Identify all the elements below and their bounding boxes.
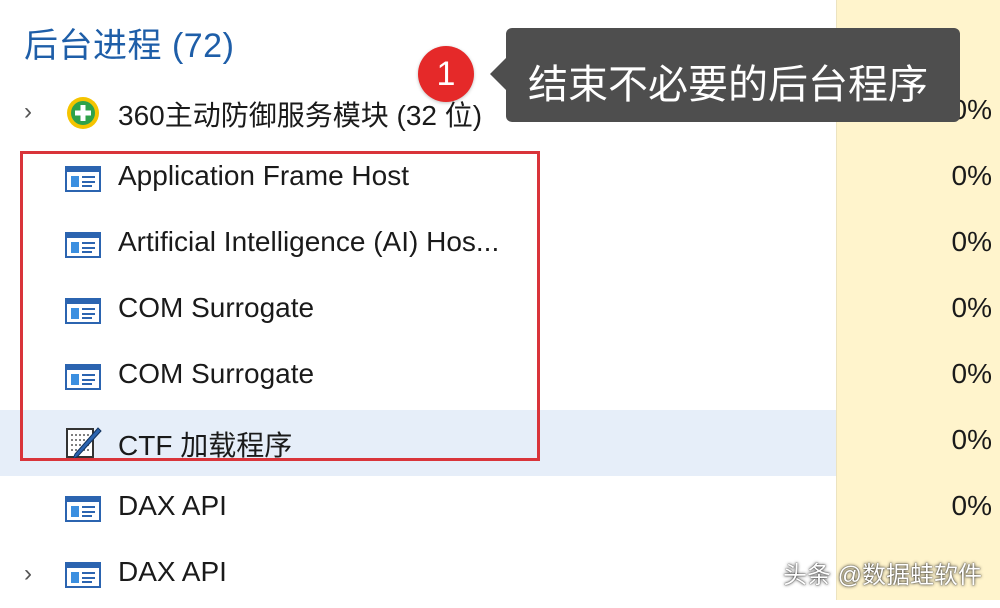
cpu-value: 0% (951, 490, 992, 521)
step-number-badge: 1 (418, 46, 474, 102)
app-window-icon (64, 557, 102, 593)
process-name: COM Surrogate (118, 292, 315, 323)
ctf-pen-icon (64, 425, 102, 461)
process-row[interactable]: COM Surrogate 0% (0, 344, 1000, 410)
app-window-icon (64, 161, 102, 197)
process-name: 360主动防御服务模块 (32 位) (118, 100, 483, 131)
process-name: CTF 加载程序 (118, 430, 293, 461)
cpu-value: 0% (951, 358, 992, 389)
cpu-value: 0% (951, 424, 992, 455)
process-name: DAX API (118, 556, 227, 587)
process-row[interactable]: Application Frame Host 0% (0, 146, 1000, 212)
app-window-icon (64, 359, 102, 395)
cpu-value: 0% (951, 226, 992, 257)
process-row-selected[interactable]: CTF 加载程序 (0, 410, 836, 476)
app-window-icon (64, 227, 102, 263)
chevron-right-icon[interactable]: › (18, 562, 38, 586)
360-shield-icon (64, 95, 102, 131)
process-row[interactable]: Artificial Intelligence (AI) Hos... 0% (0, 212, 1000, 278)
process-name: DAX API (118, 490, 227, 521)
app-window-icon (64, 293, 102, 329)
cpu-value: 0% (951, 292, 992, 323)
process-row[interactable]: DAX API 0% (0, 476, 1000, 542)
cpu-value: 0% (951, 160, 992, 191)
watermark: 头条 @数据蛙软件 (782, 562, 982, 589)
process-name: Artificial Intelligence (AI) Hos... (118, 226, 500, 257)
annotation-tooltip: 结束不必要的后台程序 (490, 28, 960, 122)
process-name: Application Frame Host (118, 160, 410, 191)
section-title-background-processes: 后台进程 (72) (24, 27, 235, 65)
process-row[interactable]: COM Surrogate 0% (0, 278, 1000, 344)
process-name: COM Surrogate (118, 358, 315, 389)
app-window-icon (64, 491, 102, 527)
tooltip-text: 结束不必要的后台程序 (528, 63, 928, 107)
chevron-right-icon[interactable]: › (18, 100, 38, 124)
